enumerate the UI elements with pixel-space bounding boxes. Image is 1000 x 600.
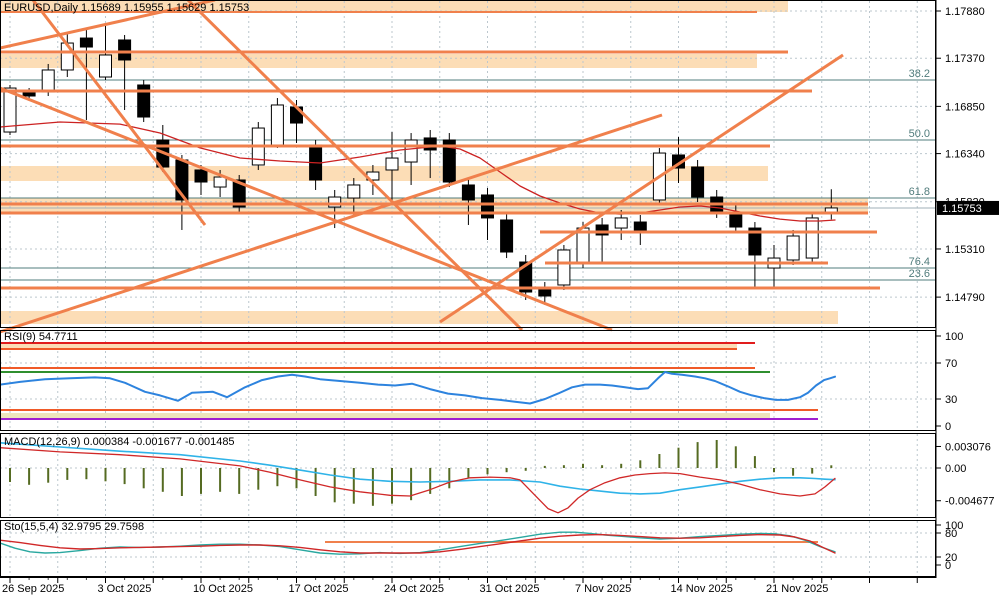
candle-body (119, 40, 131, 60)
support-zone-band (0, 54, 757, 68)
fib-level-label: 76.4 (909, 256, 930, 268)
time-axis-label: 26 Sep 2025 (2, 583, 64, 595)
current-price-label: 1.15753 (942, 203, 982, 215)
rsi-axis-label: 100 (945, 331, 963, 343)
rsi-axis-label: 70 (945, 358, 957, 370)
candle-body (806, 218, 818, 258)
trading-chart-window: 38.2 50.0 61.8 76.423.6 1.17880 1.17370 1.1685… (0, 0, 1000, 600)
support-zone-band (0, 166, 768, 181)
chart-canvas[interactable]: 38.2 50.0 61.8 76.423.6 1.17880 1.17370 1.1685… (0, 0, 1000, 600)
candle-body (405, 140, 417, 162)
fib-level-label: 23.6 (909, 268, 930, 280)
macd-axis-label: 0.00 (945, 463, 966, 475)
candle-body (692, 167, 704, 197)
candle-body (386, 158, 398, 170)
fib-level-label: 61.8 (909, 186, 930, 198)
candle-body (195, 170, 207, 182)
trend-line (188, 0, 522, 330)
macd-axis-label: 0.003076 (945, 441, 991, 453)
time-axis-label: 21 Nov 2025 (766, 583, 828, 595)
candle-body (501, 220, 513, 252)
candle-body (329, 197, 341, 207)
candle-body (100, 55, 112, 77)
sto-axis-label: 80 (945, 528, 957, 540)
sto-signal-line (0, 535, 835, 553)
time-axis-label: 31 Oct 2025 (480, 583, 540, 595)
price-axis-label: 1.15310 (945, 244, 985, 256)
sto-axis-label: 0 (945, 560, 951, 572)
time-axis-label: 14 Nov 2025 (671, 583, 733, 595)
support-zone-band (0, 1, 788, 12)
time-axis-label: 24 Oct 2025 (384, 583, 444, 595)
rsi-axis-label: 30 (945, 394, 957, 406)
macd-axis-label: -0.004677 (945, 496, 995, 508)
price-axis-label: 1.14790 (945, 292, 985, 304)
rsi-axis-label: 0 (945, 421, 951, 433)
candle-body (214, 177, 226, 187)
time-axis-label: 3 Oct 2025 (98, 583, 152, 595)
candle-body (348, 185, 360, 198)
trend-line (440, 55, 843, 322)
fib-level-label: 50.0 (909, 128, 930, 140)
fib-level-label: 38.2 (909, 68, 930, 80)
price-axis-label: 1.17370 (945, 53, 985, 65)
price-axis-label: 1.16850 (945, 101, 985, 113)
time-axis-label: 10 Oct 2025 (193, 583, 253, 595)
candle-body (424, 138, 436, 150)
candle-body (23, 92, 35, 96)
time-axis-label: 17 Oct 2025 (289, 583, 349, 595)
trend-line (0, 115, 662, 332)
candle-body (271, 105, 283, 145)
candle-body (615, 218, 627, 228)
candle-body (80, 38, 92, 47)
candle-body (558, 250, 570, 285)
candle-body (42, 70, 54, 92)
price-axis-label: 1.16340 (945, 149, 985, 161)
sto-main-line (0, 532, 835, 554)
candle-body (482, 195, 494, 218)
price-axis-label: 1.17880 (945, 6, 985, 18)
candle-body (787, 236, 799, 260)
candle-body (462, 185, 474, 200)
support-zone-band (0, 311, 838, 324)
time-axis-label: 7 Nov 2025 (575, 583, 631, 595)
rsi-zone-band (0, 413, 770, 418)
